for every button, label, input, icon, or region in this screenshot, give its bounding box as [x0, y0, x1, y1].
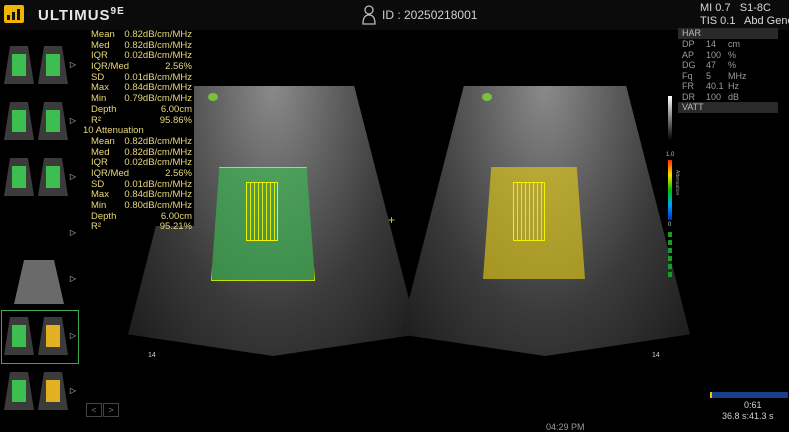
grayscale-bar	[668, 96, 672, 140]
cine-range: 36.8 s:41.3 s	[722, 411, 774, 421]
thumbnail[interactable]: ▷	[2, 40, 78, 92]
play-icon: ▷	[69, 60, 76, 69]
thumbnail[interactable]: ▷	[2, 208, 78, 260]
colorbar-min: 0	[668, 222, 672, 228]
thumbnail-strip[interactable]: ▷ ▷ ▷ ▷ ▷ ▷ ▷	[0, 30, 80, 430]
play-icon: ▷	[69, 331, 76, 340]
liver-icon	[208, 93, 218, 101]
play-icon: ▷	[69, 228, 76, 237]
next-page-button[interactable]: >	[103, 403, 119, 417]
patient-id: ID : 20250218001	[382, 8, 478, 22]
brand-name: ULTIMUS9E	[38, 6, 125, 24]
depth-label-right: 14	[652, 352, 660, 359]
depth-label-left: 14	[148, 352, 156, 359]
sample-box-left[interactable]	[246, 182, 278, 241]
params-mode-vatt: VATT	[678, 102, 778, 113]
param-row: AP 100%	[682, 49, 737, 60]
param-row: DR 100 dB	[682, 91, 740, 102]
measurement-panel: Mean 0.82dB/cm/MHz Med 0.82dB/cm/MHz IQR 0.…	[81, 29, 194, 232]
cine-scrollbar[interactable]	[710, 392, 788, 398]
play-icon: ▷	[69, 386, 76, 395]
colorbar-max: 1.0	[666, 152, 675, 158]
user-icon	[362, 5, 376, 25]
attenuation-colorbar	[668, 160, 672, 220]
colorbar-caption: Attenuation	[674, 170, 680, 196]
params-mode-har: HAR	[678, 28, 778, 39]
imaging-params-panel: HAR DP 14 cm AP 100% DG 47% Fq 5 MHz FR 40.1 Hz …	[678, 28, 778, 113]
quality-indicator	[668, 232, 673, 280]
mi-probe-readout: MI 0.7 S1-8C	[700, 2, 771, 14]
measure-row: R² 95.21%	[91, 221, 192, 233]
liver-icon	[482, 93, 492, 101]
measure-row: R² 95.86%	[91, 114, 192, 126]
param-row: DP 14 cm	[682, 39, 740, 49]
crosshair-icon: +	[388, 213, 396, 227]
thumbnail-selected[interactable]: ▷	[1, 310, 79, 364]
play-icon: ▷	[69, 274, 76, 283]
cine-time: 0:61	[744, 400, 762, 410]
logo-icon	[4, 5, 24, 23]
thumbnail[interactable]: ▷	[2, 366, 78, 418]
prev-page-button[interactable]: <	[86, 403, 102, 417]
thumbnail[interactable]: ▷	[2, 254, 78, 306]
param-row: DG 47%	[682, 60, 737, 70]
param-row: Fq 5 MHz	[682, 70, 747, 81]
play-icon: ▷	[69, 116, 76, 125]
sample-box-right[interactable]	[513, 182, 545, 241]
param-row: FR 40.1 Hz	[682, 81, 739, 91]
play-icon: ▷	[69, 172, 76, 181]
thumbnail[interactable]: ▷	[2, 96, 78, 148]
thumbnail[interactable]: ▷	[2, 152, 78, 204]
tis-preset-readout: TIS 0.1 Abd General	[700, 15, 789, 27]
